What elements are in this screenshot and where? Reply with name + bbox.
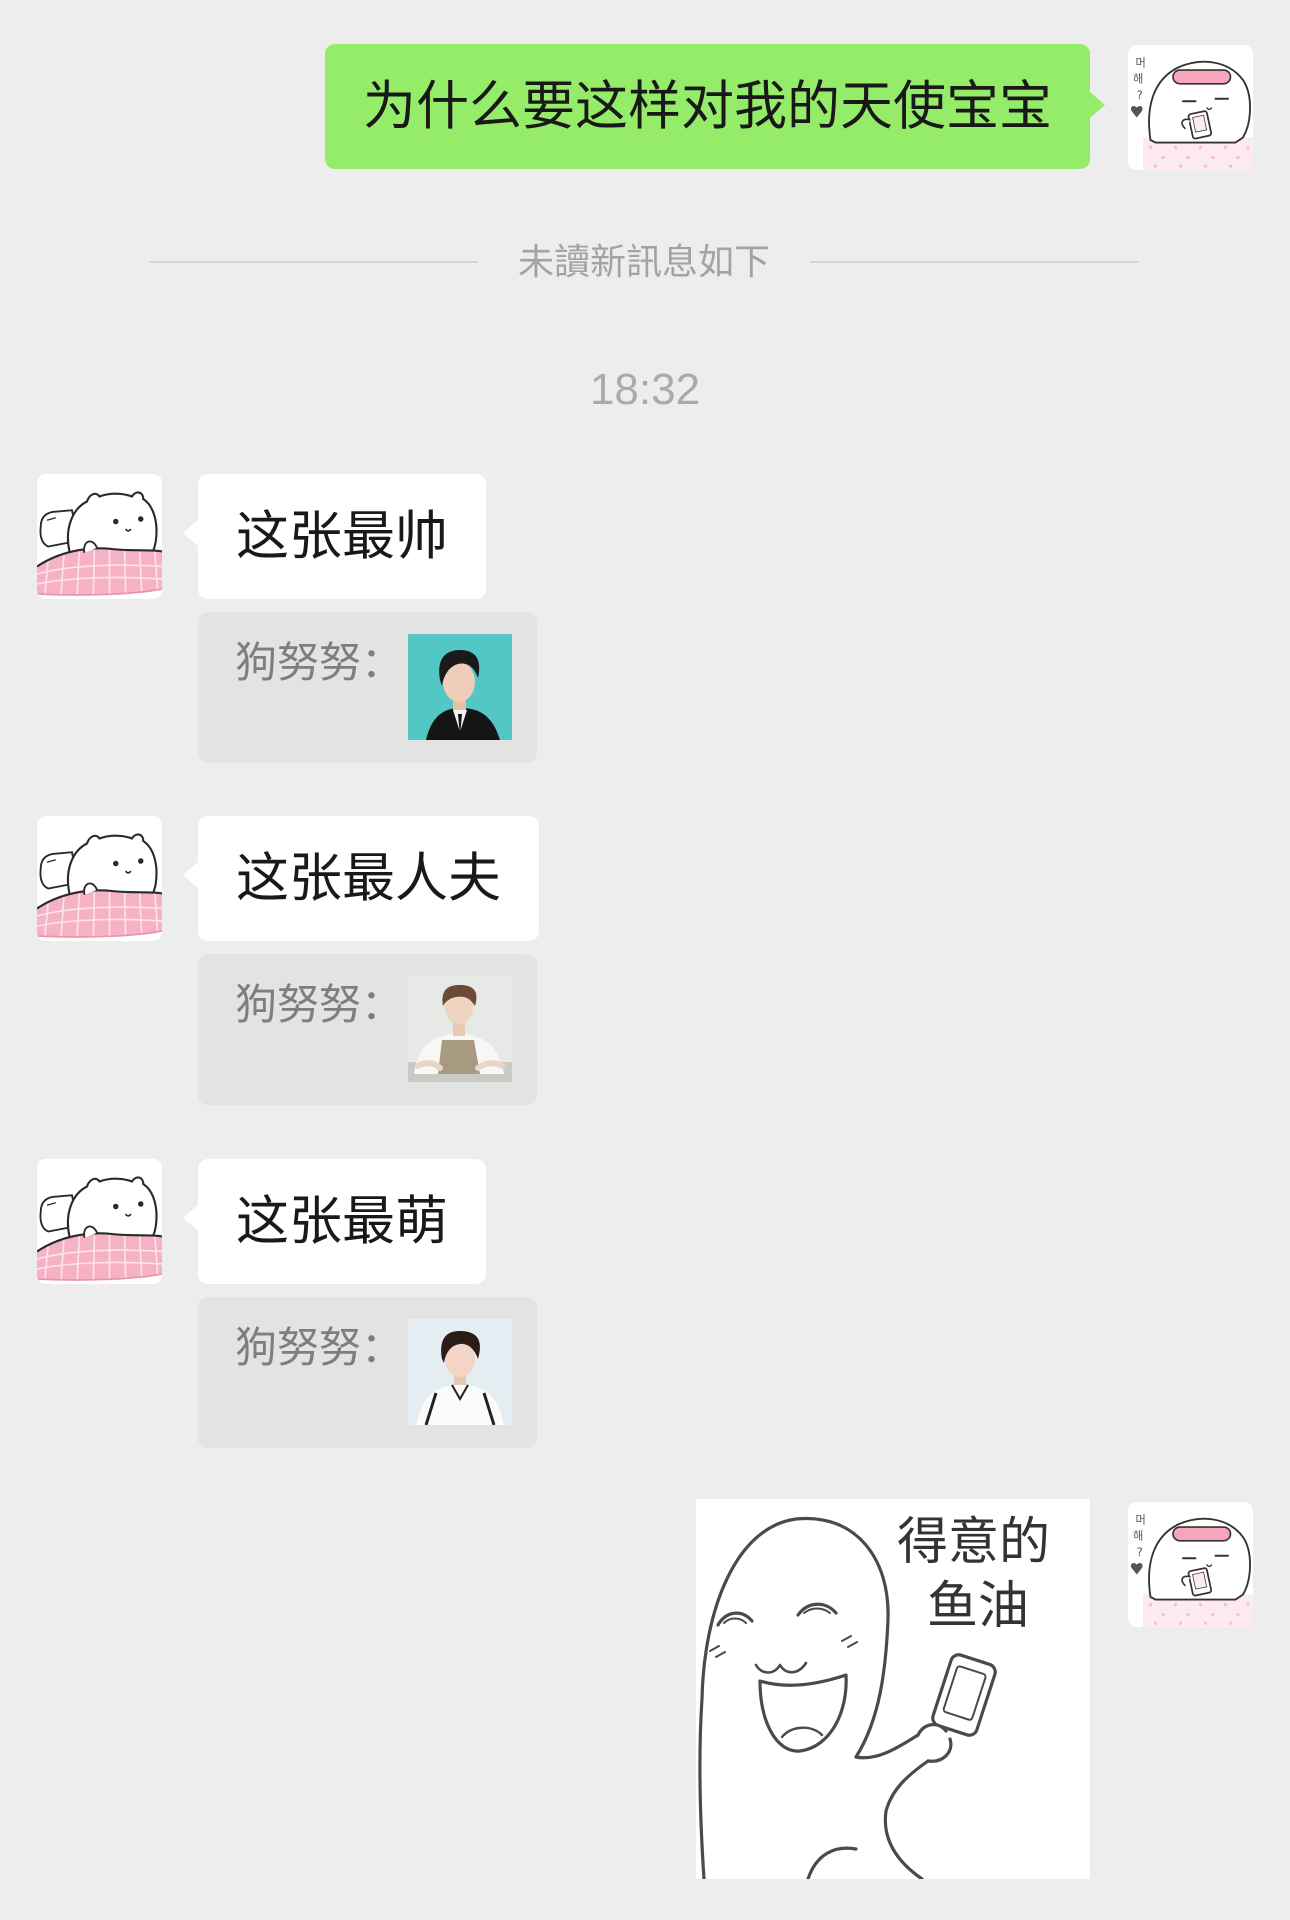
- quoted-photo-thumbnail[interactable]: [408, 976, 512, 1082]
- quoted-sender-label: 狗努努：: [235, 639, 404, 686]
- photo-image: [408, 976, 512, 1082]
- contact-avatar-image: [37, 816, 162, 941]
- avatar-lettering: ?: [1137, 1546, 1143, 1559]
- message-text: 这张最帅: [236, 507, 448, 566]
- quoted-reply-block[interactable]: 狗努努：: [198, 612, 537, 763]
- quoted-sender-label: 狗努努：: [235, 1324, 404, 1371]
- incoming-message-bubble[interactable]: 这张最帅: [183, 474, 486, 599]
- laughing-figure-sticker-image: 得意的 鱼油: [696, 1499, 1090, 1879]
- message-text: 这张最人夫: [236, 849, 501, 908]
- unread-messages-divider: 未讀新訊息如下: [149, 240, 1140, 284]
- outgoing-sticker[interactable]: 得意的 鱼油: [696, 1499, 1090, 1879]
- avatar-lettering: ?: [1137, 89, 1143, 102]
- my-avatar[interactable]: 머 해 ?: [1128, 45, 1253, 170]
- my-avatar[interactable]: 머 해 ?: [1128, 1502, 1253, 1627]
- message-text: 这张最萌: [236, 1192, 448, 1251]
- divider-line-left: [149, 261, 478, 263]
- quoted-sender-label: 狗努努：: [235, 981, 404, 1028]
- incoming-message-bubble[interactable]: 这张最萌: [183, 1159, 486, 1284]
- chat-screen: 为什么要这样对我的天使宝宝 머 해 ? 未讀新訊息如下 18:32 这张最帅 狗…: [0, 0, 1290, 1920]
- photo-image: [408, 1319, 512, 1425]
- divider-line-right: [810, 261, 1140, 263]
- incoming-message-bubble[interactable]: 这张最人夫: [183, 816, 539, 941]
- quoted-photo-thumbnail[interactable]: [408, 634, 512, 740]
- message-text: 为什么要这样对我的天使宝宝: [363, 77, 1052, 136]
- outgoing-message-bubble[interactable]: 为什么要这样对我的天使宝宝: [325, 44, 1105, 169]
- my-avatar-image: 머 해 ?: [1128, 1502, 1253, 1627]
- quoted-reply-block[interactable]: 狗努努：: [198, 1297, 537, 1448]
- quoted-reply-block[interactable]: 狗努努：: [198, 954, 537, 1105]
- avatar-lettering: 머: [1136, 1513, 1146, 1526]
- sticker-caption: 鱼油: [927, 1577, 1029, 1636]
- avatar-lettering: 머: [1136, 56, 1146, 69]
- divider-label: 未讀新訊息如下: [518, 241, 771, 282]
- my-avatar-image: 머 해 ?: [1128, 45, 1253, 170]
- photo-image: [408, 634, 512, 740]
- contact-avatar[interactable]: [37, 1159, 162, 1284]
- contact-avatar[interactable]: [37, 816, 162, 941]
- message-timestamp: 18:32: [589, 365, 701, 414]
- avatar-lettering: 해: [1133, 1530, 1143, 1543]
- contact-avatar-image: [37, 474, 162, 599]
- contact-avatar[interactable]: [37, 474, 162, 599]
- avatar-lettering: 해: [1133, 73, 1143, 86]
- contact-avatar-image: [37, 1159, 162, 1284]
- sticker-caption: 得意的: [897, 1513, 1050, 1572]
- quoted-photo-thumbnail[interactable]: [408, 1319, 512, 1425]
